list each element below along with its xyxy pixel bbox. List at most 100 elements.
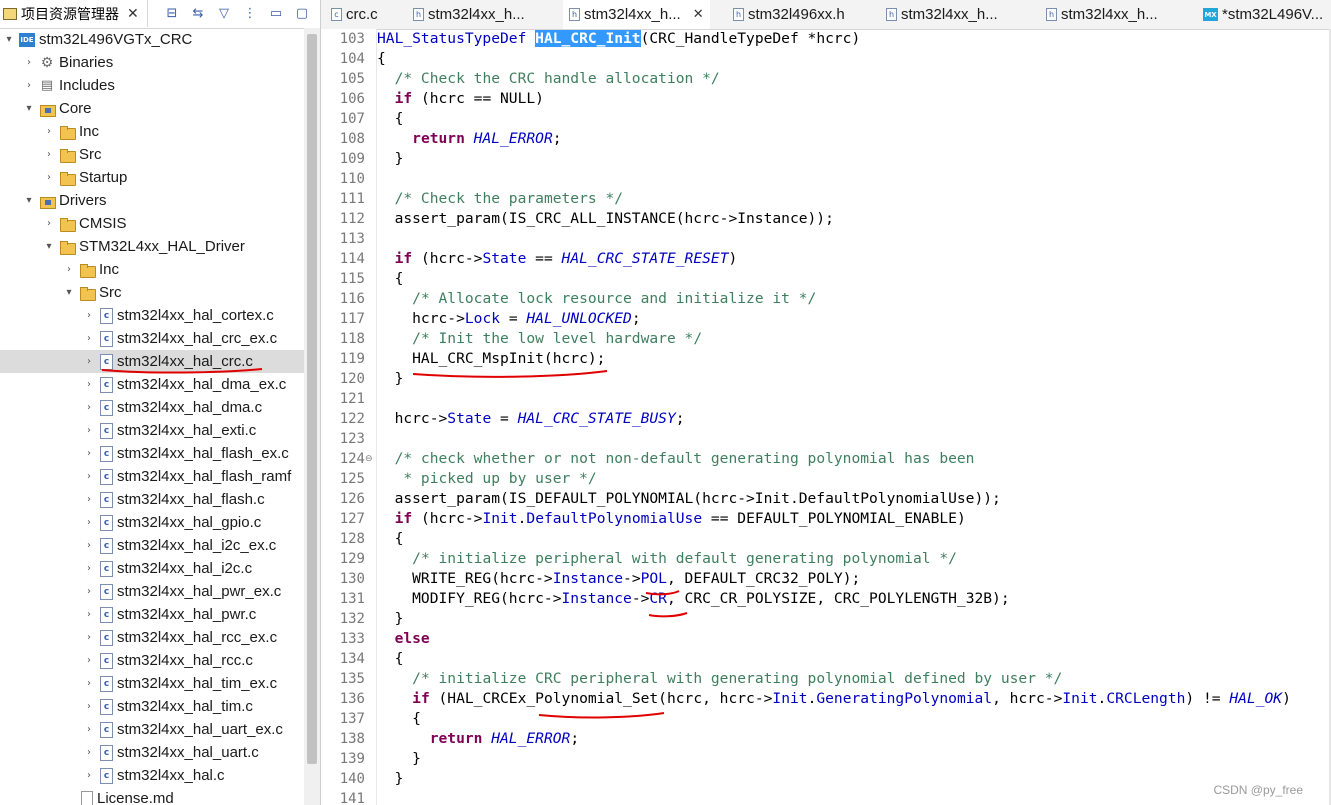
expanded-chevron-icon[interactable]: ▾: [22, 195, 36, 206]
collapsed-chevron-icon[interactable]: ›: [42, 149, 56, 160]
code-token: =: [491, 410, 518, 427]
collapsed-chevron-icon[interactable]: ›: [82, 586, 96, 597]
tree-item[interactable]: › ▤ Includes: [0, 74, 304, 97]
tree-file-item[interactable]: › c stm32l4xx_hal_flash_ex.c: [0, 442, 304, 465]
editor-tab-bar: c crc.c h stm32l4xx_h... h stm32l4xx_h... ✕ h st…: [321, 0, 1331, 30]
close-icon[interactable]: ✕: [127, 6, 139, 22]
tree-file-item[interactable]: › c stm32l4xx_hal_uart_ex.c: [0, 718, 304, 741]
code-token: , DEFAULT_CRC32_POLY);: [666, 570, 861, 587]
tree-item[interactable]: › Src: [0, 143, 304, 166]
collapsed-chevron-icon[interactable]: ›: [82, 333, 96, 344]
expanded-chevron-icon[interactable]: ▾: [62, 287, 76, 298]
tree-file-item[interactable]: › c stm32l4xx_hal_tim_ex.c: [0, 672, 304, 695]
tree-item[interactable]: ▾ STM32L4xx_HAL_Driver: [0, 235, 304, 258]
collapsed-chevron-icon[interactable]: ›: [42, 172, 56, 183]
collapsed-chevron-icon[interactable]: ›: [82, 678, 96, 689]
collapsed-chevron-icon[interactable]: ›: [82, 471, 96, 482]
tree-file-item[interactable]: › c stm32l4xx_hal.c: [0, 764, 304, 787]
collapsed-chevron-icon[interactable]: ›: [82, 563, 96, 574]
editor-tab[interactable]: h stm32l4xx_h...: [886, 0, 998, 29]
collapse-all-icon[interactable]: ⊟: [162, 2, 182, 24]
collapsed-chevron-icon[interactable]: ›: [82, 425, 96, 436]
minimize-icon[interactable]: ▭: [266, 2, 286, 24]
code-line: {: [377, 649, 404, 669]
collapsed-chevron-icon[interactable]: ›: [82, 724, 96, 735]
tree-file-item[interactable]: › c stm32l4xx_hal_flash.c: [0, 488, 304, 511]
collapsed-chevron-icon[interactable]: ›: [42, 218, 56, 229]
expanded-chevron-icon[interactable]: ▾: [22, 103, 36, 114]
collapsed-chevron-icon[interactable]: ›: [82, 632, 96, 643]
explorer-scrollbar-thumb[interactable]: [307, 34, 317, 764]
explorer-tab[interactable]: 项目资源管理器 ✕: [0, 0, 148, 27]
tree-item[interactable]: › CMSIS: [0, 212, 304, 235]
tree-item[interactable]: › Inc: [0, 258, 304, 281]
close-icon[interactable]: ✕: [693, 7, 704, 22]
tree-file-item[interactable]: › c stm32l4xx_hal_crc_ex.c: [0, 327, 304, 350]
tree-file-item[interactable]: › c stm32l4xx_hal_dma.c: [0, 396, 304, 419]
tree-item-label: Drivers: [59, 192, 107, 209]
collapsed-chevron-icon[interactable]: ›: [82, 448, 96, 459]
collapsed-chevron-icon[interactable]: ›: [82, 494, 96, 505]
editor-tab[interactable]: h stm32l496xx.h: [733, 0, 845, 29]
collapsed-chevron-icon[interactable]: ›: [82, 379, 96, 390]
collapsed-chevron-icon[interactable]: ›: [42, 126, 56, 137]
code-token: }: [377, 610, 404, 627]
expanded-chevron-icon[interactable]: ▾: [42, 241, 56, 252]
collapsed-chevron-icon[interactable]: ›: [82, 747, 96, 758]
collapsed-chevron-icon[interactable]: ›: [62, 264, 76, 275]
tree-file-item[interactable]: › c stm32l4xx_hal_pwr.c: [0, 603, 304, 626]
tree-file-item[interactable]: › c stm32l4xx_hal_crc.c: [0, 350, 304, 373]
code-line: {: [377, 529, 404, 549]
tree-item[interactable]: › ⚙ Binaries: [0, 51, 304, 74]
c-file-icon: c: [100, 468, 113, 485]
collapsed-chevron-icon[interactable]: ›: [82, 770, 96, 781]
tree-item[interactable]: › Startup: [0, 166, 304, 189]
code-area[interactable]: 103 104 105 106 107 108 109 110 111 112 113 114 115 1…: [321, 29, 1331, 805]
collapsed-chevron-icon[interactable]: ›: [82, 356, 96, 367]
tree-file-item[interactable]: › c stm32l4xx_hal_i2c.c: [0, 557, 304, 580]
code-line: /* Init the low level hardware */: [377, 329, 702, 349]
tree-file-item[interactable]: › c stm32l4xx_hal_cortex.c: [0, 304, 304, 327]
filter-icon[interactable]: ▽: [214, 2, 234, 24]
view-menu-icon[interactable]: ⋮: [240, 2, 260, 24]
collapsed-chevron-icon[interactable]: ›: [82, 402, 96, 413]
tree-item[interactable]: ▾ IDE stm32L496VGTx_CRC: [0, 28, 304, 51]
collapsed-chevron-icon[interactable]: ›: [82, 540, 96, 551]
explorer-scrollbar[interactable]: [304, 28, 320, 805]
tree-file-item[interactable]: › c stm32l4xx_hal_exti.c: [0, 419, 304, 442]
line-number: 140: [339, 771, 365, 787]
collapsed-chevron-icon[interactable]: ›: [82, 609, 96, 620]
fold-toggle-icon[interactable]: ⊖: [365, 454, 373, 464]
tree-file-item[interactable]: › c stm32l4xx_hal_tim.c: [0, 695, 304, 718]
editor-tab[interactable]: h stm32l4xx_h... ✕: [563, 0, 710, 29]
tree-item[interactable]: License.md: [0, 787, 304, 805]
collapsed-chevron-icon[interactable]: ›: [82, 655, 96, 666]
tree-item[interactable]: ▾ Core: [0, 97, 304, 120]
tree-item[interactable]: ▾ Drivers: [0, 189, 304, 212]
editor-tab[interactable]: h stm32l4xx_h...: [1046, 0, 1158, 29]
editor-tab[interactable]: c crc.c: [331, 0, 378, 29]
tree-file-item[interactable]: › c stm32l4xx_hal_uart.c: [0, 741, 304, 764]
link-with-editor-icon[interactable]: ⇆: [188, 2, 208, 24]
code-line: assert_param(IS_DEFAULT_POLYNOMIAL(hcrc-…: [377, 489, 1001, 509]
collapsed-chevron-icon[interactable]: ›: [82, 701, 96, 712]
code-line: }: [377, 369, 404, 389]
tree-file-item[interactable]: › c stm32l4xx_hal_pwr_ex.c: [0, 580, 304, 603]
maximize-icon[interactable]: ▢: [292, 2, 312, 24]
collapsed-chevron-icon[interactable]: ›: [22, 57, 36, 68]
editor-tab[interactable]: h stm32l4xx_h...: [413, 0, 525, 29]
tree-file-item[interactable]: › c stm32l4xx_hal_dma_ex.c: [0, 373, 304, 396]
tree-file-item[interactable]: › c stm32l4xx_hal_gpio.c: [0, 511, 304, 534]
collapsed-chevron-icon[interactable]: ›: [82, 517, 96, 528]
tree-file-item[interactable]: › c stm32l4xx_hal_i2c_ex.c: [0, 534, 304, 557]
tree-file-item[interactable]: › c stm32l4xx_hal_flash_ramf: [0, 465, 304, 488]
editor-tab[interactable]: MX *stm32L496V...: [1203, 0, 1323, 29]
tree-item[interactable]: › Inc: [0, 120, 304, 143]
tree-file-item[interactable]: › c stm32l4xx_hal_rcc_ex.c: [0, 626, 304, 649]
collapsed-chevron-icon[interactable]: ›: [82, 310, 96, 321]
tree-item[interactable]: ▾ Src: [0, 281, 304, 304]
collapsed-chevron-icon[interactable]: ›: [22, 80, 36, 91]
tree-file-item[interactable]: › c stm32l4xx_hal_rcc.c: [0, 649, 304, 672]
expanded-chevron-icon[interactable]: ▾: [2, 34, 16, 45]
code-line: }: [377, 749, 421, 769]
